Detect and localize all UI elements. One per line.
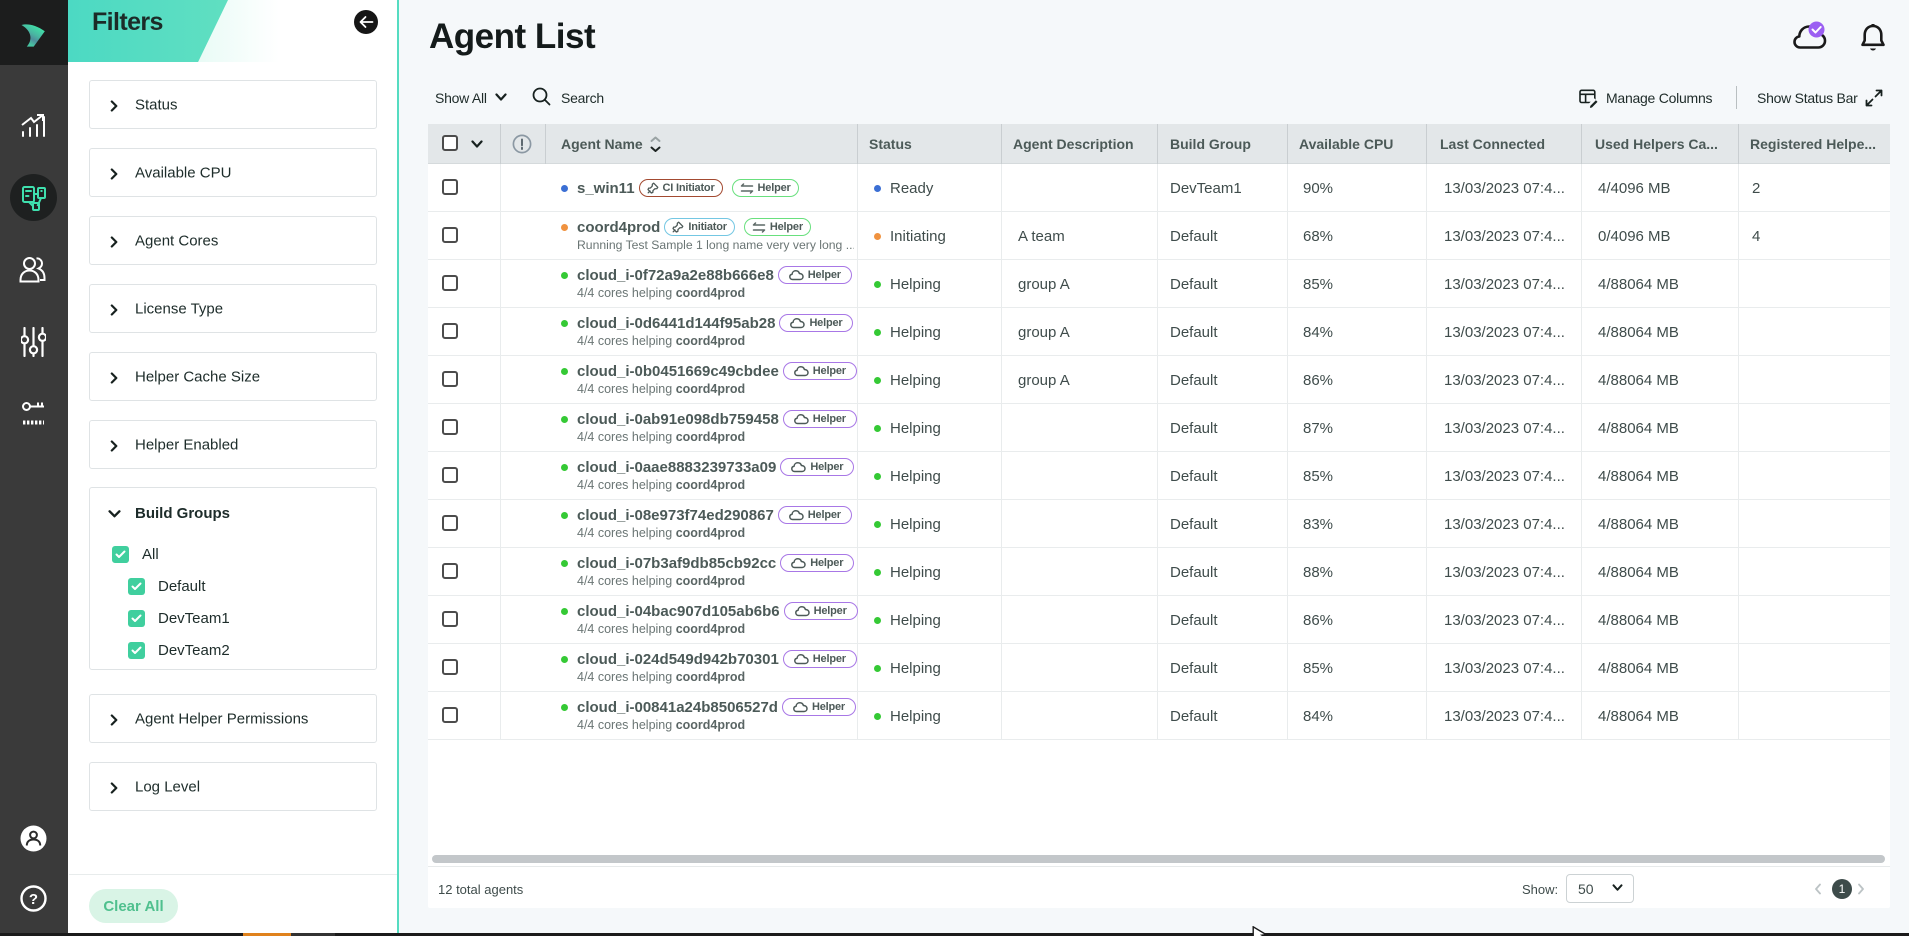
svg-text:?: ? [29,891,38,908]
